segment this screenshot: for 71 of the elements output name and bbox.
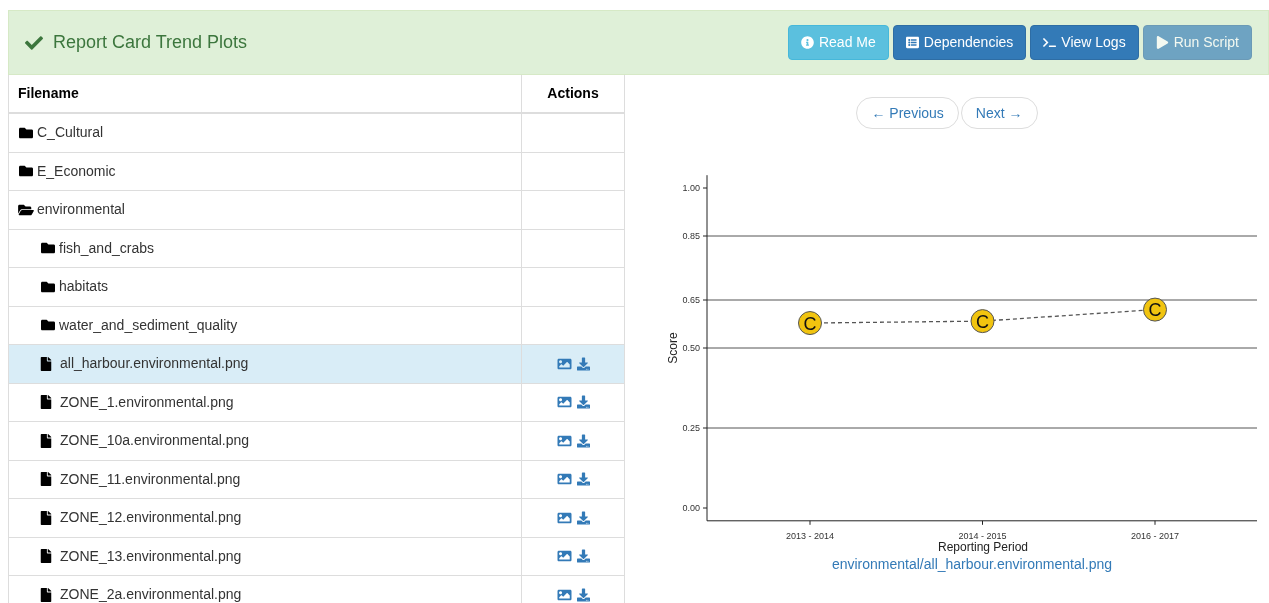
x-tick-label: 2016 - 2017 bbox=[1131, 531, 1179, 541]
score-marker: C bbox=[970, 309, 995, 334]
download-icon[interactable] bbox=[576, 549, 590, 564]
x-tick-label: 2014 - 2015 bbox=[958, 531, 1007, 541]
file-row[interactable]: ZONE_10a.environmental.png bbox=[9, 422, 624, 461]
image-caption: environmental/all_harbour.environmental.png bbox=[831, 555, 1113, 574]
image-icon[interactable] bbox=[556, 587, 572, 602]
download-icon[interactable] bbox=[576, 356, 590, 371]
file-icon bbox=[40, 510, 52, 525]
filename-text: environmental bbox=[37, 200, 125, 220]
download-icon[interactable] bbox=[576, 433, 590, 448]
y-tick-label: 0.50 bbox=[682, 343, 700, 353]
list-icon bbox=[905, 36, 919, 49]
column-header: Filename bbox=[18, 84, 79, 103]
download-icon[interactable] bbox=[576, 395, 590, 410]
file-row[interactable]: E_Economic bbox=[9, 152, 624, 191]
y-tick-label: 0.25 bbox=[682, 423, 700, 433]
terminal-icon bbox=[1043, 36, 1057, 49]
file-row[interactable]: all_harbour.environmental.png bbox=[9, 345, 624, 384]
filename-text: ZONE_13.environmental.png bbox=[60, 546, 242, 566]
y-tick-label: 0.00 bbox=[682, 503, 700, 513]
play-icon bbox=[1155, 36, 1169, 49]
filename-text: all_harbour.environmental.png bbox=[60, 354, 249, 374]
y-axis-title: Score bbox=[666, 332, 680, 364]
y-tick-label: 0.65 bbox=[682, 295, 700, 305]
filename-text: fish_and_crabs bbox=[59, 238, 154, 258]
filename-text: ZONE_11.environmental.png bbox=[60, 469, 241, 489]
file-icon bbox=[40, 549, 52, 564]
download-icon[interactable] bbox=[576, 472, 590, 487]
check-icon bbox=[25, 33, 43, 52]
image-icon[interactable] bbox=[556, 510, 572, 525]
image-icon[interactable] bbox=[556, 433, 572, 448]
file-row[interactable]: habitats bbox=[9, 268, 624, 307]
score-marker: C bbox=[1143, 297, 1167, 322]
filename-text: ZONE_10a.environmental.png bbox=[60, 431, 250, 451]
image-icon[interactable] bbox=[556, 472, 572, 487]
toolbar-button[interactable]: View Logs bbox=[1030, 25, 1139, 60]
file-row[interactable]: ZONE_13.environmental.png bbox=[9, 537, 624, 576]
file-icon bbox=[40, 472, 52, 487]
filename-text: E_Economic bbox=[37, 161, 116, 181]
x-tick-label: 2013 - 2014 bbox=[786, 531, 834, 541]
file-row[interactable]: environmental bbox=[9, 191, 624, 230]
y-tick-label: 1.00 bbox=[682, 183, 700, 193]
image-icon[interactable] bbox=[556, 356, 572, 371]
filename-text: ZONE_12.environmental.png bbox=[60, 508, 242, 528]
toolbar-button[interactable]: Dependencies bbox=[892, 25, 1027, 60]
info-icon bbox=[800, 36, 814, 49]
download-icon[interactable] bbox=[576, 510, 590, 525]
file-icon bbox=[40, 356, 52, 371]
image-icon[interactable] bbox=[556, 395, 572, 410]
filename-text: water_and_sediment_quality bbox=[59, 315, 238, 335]
file-icon bbox=[40, 433, 52, 448]
file-icon bbox=[40, 587, 52, 602]
file-icon bbox=[40, 395, 52, 410]
filename-text: ZONE_2a.environmental.png bbox=[60, 585, 242, 603]
file-row[interactable]: ZONE_11.environmental.png bbox=[9, 460, 624, 499]
filename-text: habitats bbox=[59, 277, 109, 297]
filename-text: C_Cultural bbox=[37, 123, 104, 143]
download-icon[interactable] bbox=[576, 587, 590, 602]
file-row[interactable]: ZONE_1.environmental.png bbox=[9, 383, 624, 422]
image-icon[interactable] bbox=[556, 549, 572, 564]
score-marker: C bbox=[798, 311, 822, 336]
file-row[interactable]: C_Cultural bbox=[9, 114, 624, 153]
column-header: Actions bbox=[547, 84, 599, 103]
x-axis-title: Reporting Period bbox=[937, 540, 1029, 554]
page-title: Report Card Trend Plots bbox=[53, 31, 248, 54]
file-row[interactable]: fish_and_crabs bbox=[9, 229, 624, 268]
file-row[interactable]: ZONE_12.environmental.png bbox=[9, 499, 624, 538]
file-row[interactable]: water_and_sediment_quality bbox=[9, 306, 624, 345]
y-tick-label: 0.85 bbox=[682, 231, 700, 241]
filename-text: ZONE_1.environmental.png bbox=[60, 392, 234, 412]
